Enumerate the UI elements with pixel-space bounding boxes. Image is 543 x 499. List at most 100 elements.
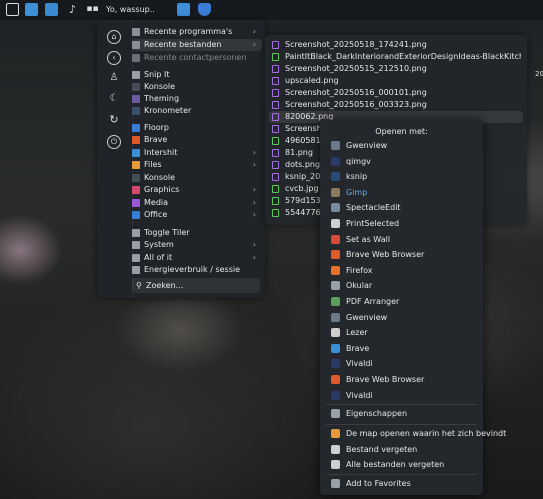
launcher-item[interactable]: Floorp <box>132 122 262 134</box>
launcher-item[interactable]: Recente programma's › <box>132 26 262 38</box>
launcher-item-label: Recente contactpersonen <box>144 53 247 62</box>
image-file-icon <box>272 41 279 49</box>
open-with-label: ksnip <box>346 172 368 182</box>
open-with-label: Eigenschappen <box>346 409 408 418</box>
user-switch-icon[interactable]: ♙ <box>107 72 121 86</box>
windows-icon[interactable] <box>177 3 190 16</box>
recent-file-item[interactable]: Screenshot_20250518_174241.png <box>269 39 523 51</box>
vivaldi-icon <box>331 359 340 369</box>
forget-icon <box>331 445 340 454</box>
open-with-item[interactable]: Okular <box>323 279 480 292</box>
panel-greeting: Yo, wassup.. <box>106 5 155 14</box>
print-icon <box>331 219 340 228</box>
image-file-icon <box>272 89 279 97</box>
open-with-item[interactable]: Eigenschappen <box>323 407 480 420</box>
launcher-item[interactable]: Toggle Tiler <box>132 227 262 239</box>
open-with-item[interactable]: Firefox <box>323 264 480 277</box>
open-with-label: Vivaldi <box>346 359 373 369</box>
okular-icon <box>331 281 340 291</box>
open-with-item[interactable]: Vivaldi <box>323 357 480 370</box>
launcher-item-label: Kronometer <box>144 106 192 115</box>
open-with-item[interactable]: SpectacleEdit <box>323 201 480 214</box>
forget-icon <box>331 460 340 469</box>
open-with-item[interactable]: Alle bestanden vergeten <box>323 458 480 471</box>
recent-file-label: PaintItBlack_DarkInteriorandExteriorDesi… <box>285 52 521 61</box>
chevron-right-icon: › <box>252 253 256 262</box>
launcher-item[interactable]: Media › <box>132 197 262 209</box>
pager-icon[interactable]: ▪▪ <box>86 3 99 16</box>
open-with-item[interactable]: Lezer <box>323 326 480 339</box>
office-icon <box>132 211 140 219</box>
launcher-item[interactable]: Graphics › <box>132 184 262 196</box>
open-with-item[interactable]: Vivaldi <box>323 389 480 402</box>
bookmark-icon <box>331 479 340 488</box>
app-icon-2[interactable] <box>45 3 58 16</box>
open-with-label: PrintSelected <box>346 219 400 228</box>
open-with-item[interactable]: qimgv <box>323 155 480 168</box>
launcher-item[interactable]: Brave <box>132 134 262 146</box>
launcher-item[interactable]: Konsole <box>132 172 262 184</box>
open-with-label: PDF Arranger <box>346 297 400 306</box>
recent-file-item[interactable]: PaintItBlack_DarkInteriorandExteriorDesi… <box>269 51 523 63</box>
open-with-item[interactable]: PrintSelected <box>323 217 480 230</box>
lock-icon[interactable]: ⌂ <box>107 30 121 44</box>
launcher-icon[interactable] <box>6 3 19 16</box>
recent-file-item[interactable]: Screenshot_20250515_212510.png <box>269 63 523 75</box>
launcher-item-label: Konsole <box>144 82 176 91</box>
image-file-icon <box>272 137 279 145</box>
restart-icon[interactable]: ↻ <box>107 114 121 128</box>
music-icon[interactable]: ♪ <box>66 3 79 16</box>
launcher-item[interactable]: Recente contactpersonen <box>132 52 262 64</box>
launcher-item-label: Intershit <box>144 148 178 157</box>
open-with-item[interactable]: Gwenview <box>323 139 480 152</box>
chevron-right-icon: › <box>252 160 256 169</box>
launcher-item-label: Office <box>144 210 168 219</box>
open-with-title: Openen met: <box>375 127 428 136</box>
app-icon-1[interactable] <box>25 3 38 16</box>
open-with-label: Brave Web Browser <box>346 250 425 260</box>
open-with-item[interactable]: Add to Favorites <box>323 477 480 490</box>
qimgv-icon <box>331 156 340 166</box>
launcher-item-label: Recente programma's <box>144 27 233 36</box>
launcher-item[interactable]: Recente bestanden › <box>132 39 262 51</box>
grid-icon <box>132 254 140 262</box>
brave-icon[interactable] <box>198 3 211 16</box>
open-with-item[interactable]: Brave Web Browser <box>323 248 480 261</box>
launcher-item[interactable]: Energieverbruik / sessie <box>132 264 262 276</box>
open-with-item[interactable]: Gimp <box>323 186 480 199</box>
launcher-item[interactable]: Intershit › <box>132 147 262 159</box>
recent-file-item[interactable]: upscaled.png <box>269 75 523 87</box>
open-with-item[interactable]: ksnip <box>323 170 480 183</box>
back-icon[interactable]: ‹ <box>107 51 121 65</box>
launcher-item-label: Floorp <box>144 123 169 132</box>
sleep-icon[interactable]: ☾ <box>107 93 121 107</box>
open-with-item[interactable]: PDF Arranger <box>323 295 480 308</box>
chevron-right-icon: › <box>252 210 256 219</box>
open-with-item[interactable]: Bestand vergeten <box>323 443 480 456</box>
launcher-item[interactable]: Theming <box>132 93 262 105</box>
launcher-item[interactable]: All of it › <box>132 252 262 264</box>
launcher-item[interactable]: Snip It <box>132 69 262 81</box>
recent-file-item[interactable]: Screenshot_20250516_000101.png <box>269 87 523 99</box>
open-with-label: Brave <box>346 343 370 353</box>
vivaldi-icon <box>331 390 340 400</box>
shutdown-icon[interactable]: ⏻ <box>107 135 121 149</box>
launcher-item-label: System <box>144 240 174 249</box>
open-with-item[interactable]: Set as Wall <box>323 233 480 246</box>
open-with-item[interactable]: Brave Web Browser <box>323 373 480 386</box>
launcher-item[interactable]: Files › <box>132 159 262 171</box>
search-field[interactable]: ⚲ Zoeken... <box>132 278 260 293</box>
launcher-item-label: Theming <box>144 94 180 103</box>
launcher-item[interactable]: Konsole <box>132 81 262 93</box>
recent-file-item[interactable]: Screenshot_20250516_003323.png <box>269 99 523 111</box>
open-with-item[interactable]: Gwenview <box>323 311 480 324</box>
launcher-item-label: Snip It <box>144 70 170 79</box>
open-with-item[interactable]: Brave <box>323 342 480 355</box>
launcher-item[interactable]: Kronometer <box>132 105 262 117</box>
wallpaper-icon <box>331 234 340 244</box>
launcher-item[interactable]: Office › <box>132 209 262 221</box>
open-with-item[interactable]: De map openen waarin het zich bevindt <box>323 427 506 440</box>
launcher-item[interactable]: System › <box>132 239 262 251</box>
open-with-label: Set as Wall <box>346 234 391 244</box>
media-icon <box>132 199 140 207</box>
